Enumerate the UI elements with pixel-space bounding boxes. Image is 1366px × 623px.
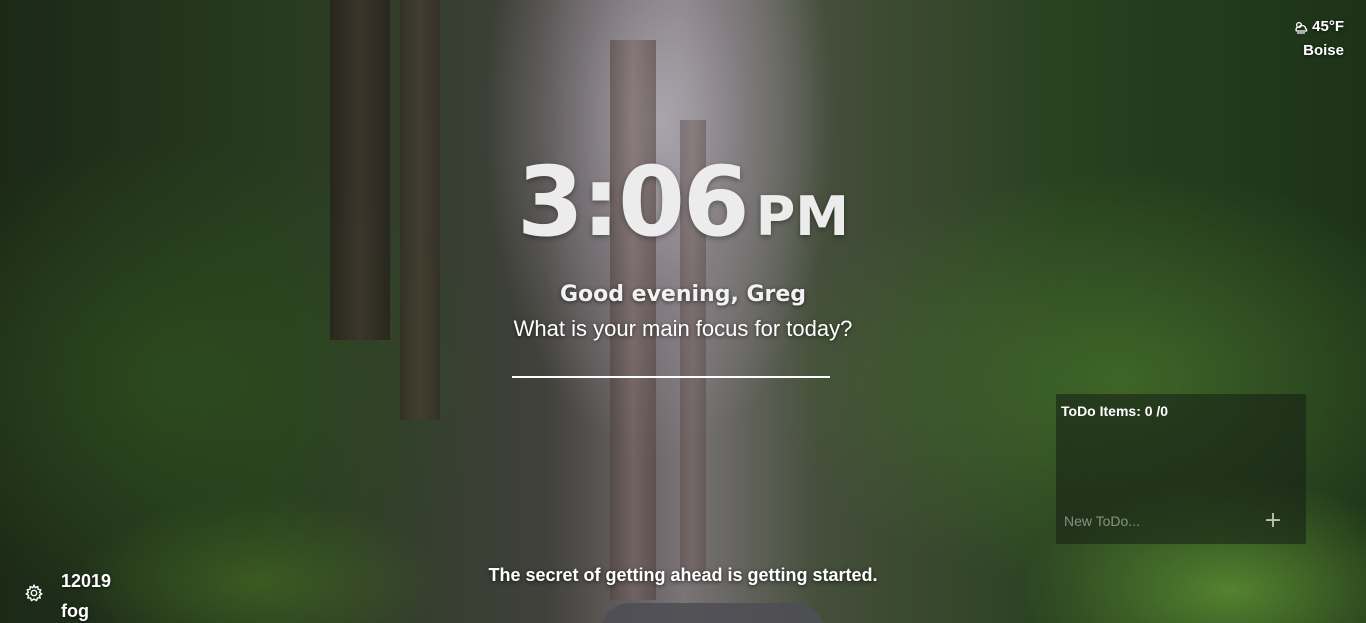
clock-ampm: PM (755, 185, 850, 248)
weather-widget[interactable]: 45°F Boise (1294, 18, 1344, 59)
gear-icon[interactable] (25, 584, 43, 602)
weather-row: 45°F (1294, 18, 1344, 35)
footer-line-1: 12019 (61, 571, 112, 591)
focus-question: What is your main focus for today? (513, 316, 853, 341)
background-road (600, 603, 825, 623)
clock: 3:06 PM (0, 140, 1366, 250)
weather-temperature: 45°F (1312, 18, 1344, 35)
daily-quote: The secret of getting ahead is getting s… (488, 565, 878, 585)
greeting: Good evening, Greg (559, 282, 807, 307)
todo-panel: ToDo Items: 0 /0 + (1056, 394, 1306, 544)
new-todo-input[interactable] (1064, 509, 1254, 533)
todo-title: ToDo Items: 0 /0 (1061, 403, 1169, 419)
weather-location: Boise (1303, 42, 1344, 59)
clock-time: 3:06 (516, 146, 750, 258)
footer-info: 12019 fog (61, 566, 111, 623)
add-todo-button[interactable]: + (1261, 509, 1285, 533)
footer-line-2: fog (61, 601, 89, 621)
fog-cloud-icon (1295, 21, 1308, 34)
focus-input[interactable] (512, 346, 830, 378)
